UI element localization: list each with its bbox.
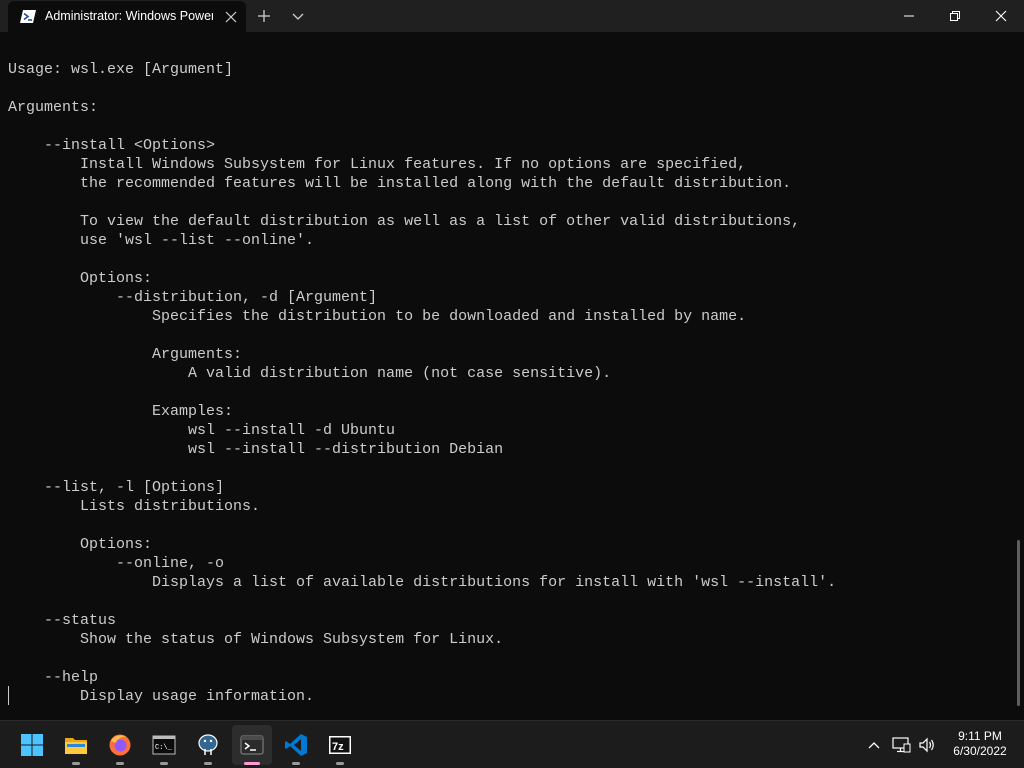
minimize-icon [904, 15, 914, 17]
windows-logo-icon [21, 734, 43, 756]
terminal-line: Usage: wsl.exe [Argument] [8, 61, 234, 78]
elephant-icon [198, 734, 218, 755]
taskbar-pgadmin[interactable] [188, 725, 228, 765]
taskbar-command-prompt[interactable]: C:\_ [144, 725, 184, 765]
7zip-icon: 7z [329, 736, 351, 754]
terminal-line: wsl --install --distribution Debian [8, 441, 504, 458]
taskbar: C:\_ 7z 9:11 PM 6/30/2022 [0, 720, 1024, 768]
running-indicator [160, 762, 168, 765]
new-tab-plus-icon[interactable] [254, 6, 274, 26]
clock-date: 6/30/2022 [953, 744, 1007, 758]
terminal-line: Examples: [8, 403, 234, 420]
running-indicator [292, 762, 300, 765]
svg-text:7z: 7z [332, 741, 344, 753]
close-window-button[interactable] [978, 0, 1024, 32]
close-icon [995, 10, 1007, 22]
firefox-icon [109, 734, 131, 756]
start-button[interactable] [12, 725, 52, 765]
tab-close-icon[interactable] [222, 8, 240, 26]
running-indicator [116, 762, 124, 765]
terminal-line: Displays a list of available distributio… [8, 574, 837, 591]
terminal-line: Options: [8, 270, 153, 287]
minimize-button[interactable] [886, 0, 932, 32]
tab-dropdown-chevron-down-icon[interactable] [288, 6, 308, 26]
terminal-line: Arguments: [8, 99, 99, 116]
terminal-line: Show the status of Windows Subsystem for… [8, 631, 504, 648]
taskbar-firefox[interactable] [100, 725, 140, 765]
terminal-icon [240, 735, 264, 755]
tab-powershell[interactable]: Administrator: Windows PowerShell [8, 1, 246, 32]
running-indicator [72, 762, 80, 765]
terminal-line: Specifies the distribution to be downloa… [8, 308, 747, 325]
terminal-line: Display usage information. [8, 688, 315, 705]
restore-icon [950, 11, 960, 21]
terminal-line: Arguments: [8, 346, 243, 363]
terminal-line: Options: [8, 536, 153, 553]
running-indicator [204, 762, 212, 765]
terminal-output[interactable]: Usage: wsl.exe [Argument] Arguments: --i… [8, 60, 1008, 716]
taskbar-file-explorer[interactable] [56, 725, 96, 765]
taskbar-windows-terminal[interactable] [232, 725, 272, 765]
clock-time: 9:11 PM [958, 729, 1002, 743]
svg-text:C:\_: C:\_ [155, 744, 173, 752]
taskbar-clock[interactable]: 9:11 PM 6/30/2022 [944, 729, 1016, 759]
taskbar-vscode[interactable] [276, 725, 316, 765]
terminal-line: wsl --install -d Ubuntu [8, 422, 396, 439]
terminal-line: use 'wsl --list --online'. [8, 232, 315, 249]
network-icon[interactable] [891, 735, 911, 755]
terminal-line: --status [8, 612, 117, 629]
vscode-icon [285, 734, 307, 756]
restore-button[interactable] [932, 0, 978, 32]
active-indicator [244, 762, 260, 765]
terminal-window: Administrator: Windows PowerShell [0, 0, 1024, 720]
tab-title: Administrator: Windows PowerShell [45, 9, 213, 23]
terminal-line: Lists distributions. [8, 498, 261, 515]
terminal-line: A valid distribution name (not case sens… [8, 365, 612, 382]
taskbar-7zip[interactable]: 7z [320, 725, 360, 765]
terminal-line: --list, -l [Options] [8, 479, 225, 496]
terminal-line: --distribution, -d [Argument] [8, 289, 378, 306]
powershell-icon [20, 10, 36, 23]
folder-icon [65, 738, 87, 754]
terminal-line: --online, -o [8, 555, 225, 572]
terminal-line: Install Windows Subsystem for Linux feat… [8, 156, 747, 173]
running-indicator [336, 762, 344, 765]
terminal-line: --help [8, 669, 99, 686]
volume-icon[interactable] [917, 735, 937, 755]
cmd-icon: C:\_ [152, 735, 176, 755]
scrollbar-thumb[interactable] [1017, 540, 1020, 706]
terminal-line: the recommended features will be install… [8, 175, 792, 192]
terminal-line: --install <Options> [8, 137, 216, 154]
title-bar[interactable]: Administrator: Windows PowerShell [0, 0, 1024, 32]
terminal-line: To view the default distribution as well… [8, 213, 801, 230]
chevron-up-icon[interactable] [864, 735, 884, 755]
text-cursor [8, 686, 9, 705]
